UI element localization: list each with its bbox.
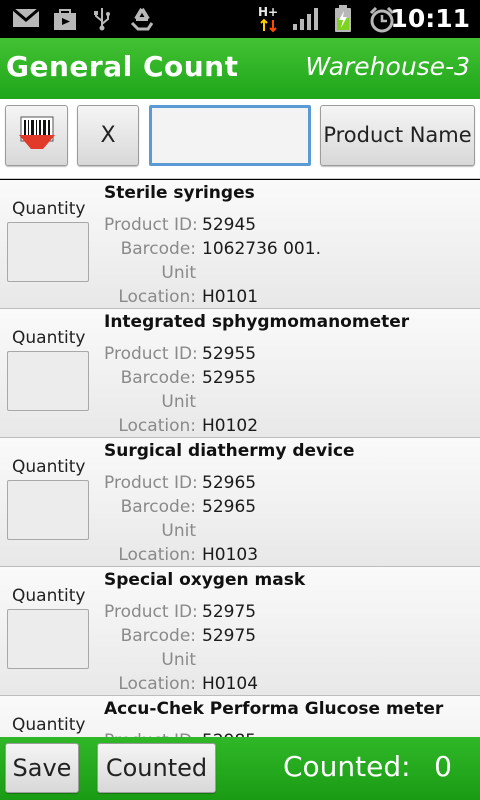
usb-icon [92, 7, 112, 31]
barcode-field: Barcode: 52965 [104, 495, 474, 519]
barcode-scanner-icon [18, 116, 55, 149]
product-id-value: 52955 [202, 344, 257, 364]
field-label: Location: [118, 416, 196, 436]
svg-text:H+: H+ [258, 5, 278, 19]
field-label: Product ID: [104, 473, 198, 493]
store-icon [52, 7, 78, 31]
field-label: Barcode: [120, 239, 196, 259]
barcode-value: 52975 [202, 626, 257, 646]
quantity-input[interactable] [7, 609, 89, 669]
list-item[interactable]: Quantity Accu-Chek Performa Glucose mete… [0, 696, 480, 737]
product-id-value: 52975 [202, 602, 257, 622]
field-label: Location: [118, 674, 196, 694]
product-name: Accu-Chek Performa Glucose meter [104, 699, 444, 719]
product-name-button[interactable]: Product Name [320, 105, 475, 166]
search-input[interactable] [149, 105, 311, 166]
location-field: Location: H0103 [104, 543, 474, 567]
data-hplus-icon: H+ [258, 4, 282, 33]
field-label: Barcode: [120, 368, 196, 388]
field-label: Unit [161, 263, 196, 283]
barcode-value: 1062736 001. [202, 239, 321, 259]
product-name: Sterile syringes [104, 183, 255, 203]
bottom-bar: Save Counted Counted: 0 [0, 737, 480, 800]
product-id-field: Product ID: 52975 [104, 600, 474, 624]
clear-button[interactable]: X [77, 105, 139, 166]
product-id-value: 52965 [202, 473, 257, 493]
location-field: Location: H0101 [104, 285, 474, 309]
location-value: H0103 [202, 545, 259, 565]
warehouse-label[interactable]: Warehouse-3 [305, 52, 470, 81]
product-list[interactable]: Quantity Sterile syringes Product ID: 529… [0, 180, 480, 737]
quantity-label: Quantity [12, 328, 86, 348]
counted-value: 0 [434, 750, 452, 783]
field-label: Location: [118, 545, 196, 565]
product-id-field: Product ID: 52965 [104, 471, 474, 495]
list-item[interactable]: Quantity Surgical diathermy device Produ… [0, 438, 480, 567]
field-label: Barcode: [120, 497, 196, 517]
clock: 10:11 [390, 4, 470, 33]
quantity-label: Quantity [12, 715, 86, 735]
unit-field: Unit [104, 648, 474, 672]
product-name: Integrated sphygmomanometer [104, 312, 410, 332]
location-field: Location: H0102 [104, 414, 474, 438]
signal-icon [292, 7, 320, 31]
quantity-input[interactable] [7, 222, 89, 282]
field-label: Unit [161, 521, 196, 541]
product-id-value: 52945 [202, 215, 257, 235]
field-label: Unit [161, 392, 196, 412]
quantity-label: Quantity [12, 199, 86, 219]
product-name: Special oxygen mask [104, 570, 306, 590]
recycle-icon [128, 7, 156, 31]
counted-label: Counted: [283, 750, 411, 783]
product-id-field: Product ID:52985 [104, 729, 474, 737]
product-name: Surgical diathermy device [104, 441, 355, 461]
list-item[interactable]: Quantity Special oxygen mask Product ID:… [0, 567, 480, 696]
quantity-label: Quantity [12, 586, 86, 606]
search-toolbar: X Product Name [0, 99, 480, 179]
location-value: H0101 [202, 287, 259, 307]
quantity-input[interactable] [7, 351, 89, 411]
field-label: Unit [161, 650, 196, 670]
counted-button[interactable]: Counted [97, 743, 216, 793]
field-label: Location: [118, 287, 196, 307]
quantity-input[interactable] [7, 480, 89, 540]
location-field: Location: H0104 [104, 672, 474, 696]
product-id-field: Product ID: 52945 [104, 213, 474, 237]
product-id-field: Product ID: 52955 [104, 342, 474, 366]
barcode-scan-button[interactable] [5, 105, 68, 166]
title-bar: General Count Warehouse-3 [0, 38, 480, 99]
battery-charging-icon [333, 5, 353, 32]
barcode-value: 52965 [202, 497, 257, 517]
unit-field: Unit [104, 261, 474, 285]
page-title: General Count [6, 50, 239, 83]
barcode-field: Barcode: 1062736 001. [104, 237, 474, 261]
unit-field: Unit [104, 390, 474, 414]
unit-field: Unit [104, 519, 474, 543]
location-value: H0102 [202, 416, 259, 436]
list-item[interactable]: Quantity Integrated sphygmomanometer Pro… [0, 309, 480, 438]
quantity-label: Quantity [12, 457, 86, 477]
field-label: Product ID: [104, 215, 198, 235]
field-label: Product ID: [104, 344, 198, 364]
gmail-icon [12, 7, 40, 31]
list-item[interactable]: Quantity Sterile syringes Product ID: 529… [0, 180, 480, 309]
status-bar: H+ 10:11 [0, 0, 480, 38]
field-label: Barcode: [120, 626, 196, 646]
location-value: H0104 [202, 674, 259, 694]
save-button[interactable]: Save [5, 743, 79, 793]
field-label: Product ID: [104, 729, 198, 737]
barcode-field: Barcode: 52955 [104, 366, 474, 390]
barcode-value: 52955 [202, 368, 257, 388]
field-label: Product ID: [104, 602, 198, 622]
barcode-field: Barcode: 52975 [104, 624, 474, 648]
